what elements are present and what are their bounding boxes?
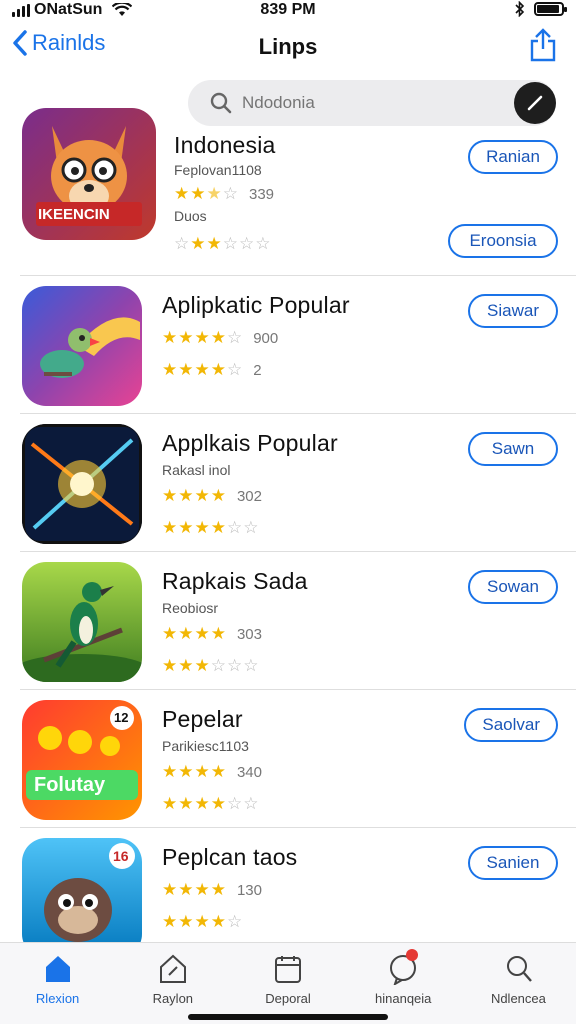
get-button[interactable]: Saolvar (464, 708, 558, 742)
clock: 839 PM (260, 1, 316, 18)
tab-label: Deporal (265, 991, 311, 1006)
app-icon-star (22, 424, 142, 544)
list-item[interactable]: 12 Folutay Pepelar Parikiesc1103 ★★★★ 34… (20, 690, 576, 828)
person-icon (507, 956, 533, 982)
app-icon-parrot (22, 286, 142, 406)
bluetooth-icon (515, 1, 525, 17)
secondary-button[interactable]: Eroonsia (448, 224, 558, 258)
rating-stars: ★★★★☆ 900 (162, 328, 279, 347)
get-button[interactable]: Siawar (468, 294, 558, 328)
app-icon-bird (22, 562, 142, 682)
rating-stars: ★★★★ 303 (162, 624, 262, 643)
rating-stars: ★★★★ 130 (162, 880, 262, 899)
app-list: IKEENCIN Indonesia Feplovan1108 ★★★☆ 339… (0, 104, 576, 966)
rating-stars-secondary: ☆★★☆☆☆ (174, 234, 272, 253)
app-badge: 16 (113, 848, 129, 864)
app-icon-fox: IKEENCIN (22, 108, 156, 240)
rating-stars: ★★★★ 340 (162, 762, 262, 781)
get-button[interactable]: Sawn (468, 432, 558, 466)
app-name: Indonesia (174, 132, 276, 158)
app-subtitle: Rakasl inol (162, 462, 231, 478)
tab-deporal[interactable]: Deporal (230, 943, 345, 1024)
rating-stars-secondary: ★★★★☆ (162, 912, 244, 931)
rating-count: 340 (236, 763, 262, 781)
app-icon-text: IKEENCIN (38, 206, 110, 223)
calendar-icon (275, 956, 301, 983)
rating-count: 302 (236, 487, 262, 505)
app-name: Pepelar (162, 706, 243, 732)
rating-count: 900 (253, 329, 279, 347)
rating-stars: ★★★☆ 339 (174, 184, 275, 203)
app-name: Applkais Popular (162, 430, 338, 456)
rating-stars-secondary: ★★★★☆☆ (162, 518, 260, 537)
app-icon-monkey: 16 (22, 838, 142, 958)
list-item[interactable]: Applkais Popular Rakasl inol ★★★★ 302 ★★… (20, 414, 576, 552)
house-outline-icon (159, 954, 186, 983)
get-button[interactable]: Ranian (468, 140, 558, 174)
tab-hinanqeia[interactable]: hinanqeia (346, 943, 461, 1024)
share-icon (530, 28, 556, 62)
rating-count: 303 (236, 625, 262, 643)
app-extra: Duos (174, 208, 207, 224)
app-subtitle: Feplovan1108 (174, 162, 262, 178)
home-indicator (188, 1014, 388, 1020)
rating-count: 130 (236, 881, 262, 899)
list-item[interactable]: IKEENCIN Indonesia Feplovan1108 ★★★☆ 339… (20, 104, 576, 276)
rating-count: 339 (248, 185, 275, 203)
tab-label: Raylon (152, 991, 194, 1006)
page-title: Linps (258, 34, 318, 59)
tab-label: Ndlencea (490, 991, 546, 1006)
app-subtitle: Parikiesc1103 (162, 738, 249, 754)
app-name: Aplipkatic Popular (162, 292, 350, 318)
tab-home[interactable]: Rlexion (0, 943, 115, 1024)
app-badge: 12 (114, 710, 129, 725)
battery-icon (534, 2, 567, 16)
status-right (514, 1, 567, 17)
rating-stars: ★★★★ 302 (162, 486, 262, 505)
app-icon-game: 12 Folutay (22, 700, 142, 820)
rating-stars-secondary: ★★★★☆ 2 (162, 360, 262, 379)
app-icon-text: Folutay (34, 774, 106, 796)
rating-stars-secondary: ★★★☆☆☆ (162, 656, 260, 675)
status-bar: ONatSun 839 PM (0, 0, 576, 22)
notification-badge (405, 949, 418, 961)
list-item[interactable]: Rapkais Sada Reobiosr ★★★★ 303 ★★★☆☆☆ So… (20, 552, 576, 690)
get-button[interactable]: Sowan (468, 570, 558, 604)
tab-label: Rlexion (35, 991, 80, 1006)
share-button[interactable] (530, 28, 556, 67)
rating-stars-secondary: ★★★★☆☆ (162, 794, 260, 813)
app-name: Peplcan taos (162, 844, 298, 870)
rating-count-secondary: 2 (253, 361, 262, 379)
tab-label: hinanqeia (375, 991, 432, 1006)
app-subtitle: Reobiosr (162, 600, 219, 616)
app-name: Rapkais Sada (162, 568, 308, 594)
tab-ndlencea[interactable]: Ndlencea (461, 943, 576, 1024)
get-button[interactable]: Sanien (468, 846, 558, 880)
tab-raylon[interactable]: Raylon (115, 943, 230, 1024)
home-icon (45, 956, 70, 982)
navigation-bar: Rainlds Linps (0, 26, 576, 70)
list-item[interactable]: Aplipkatic Popular ★★★★☆ 900 ★★★★☆ 2 Sia… (20, 276, 576, 414)
tab-bar: Rlexion Raylon Deporal hinanqeia Ndlence… (0, 942, 576, 1024)
